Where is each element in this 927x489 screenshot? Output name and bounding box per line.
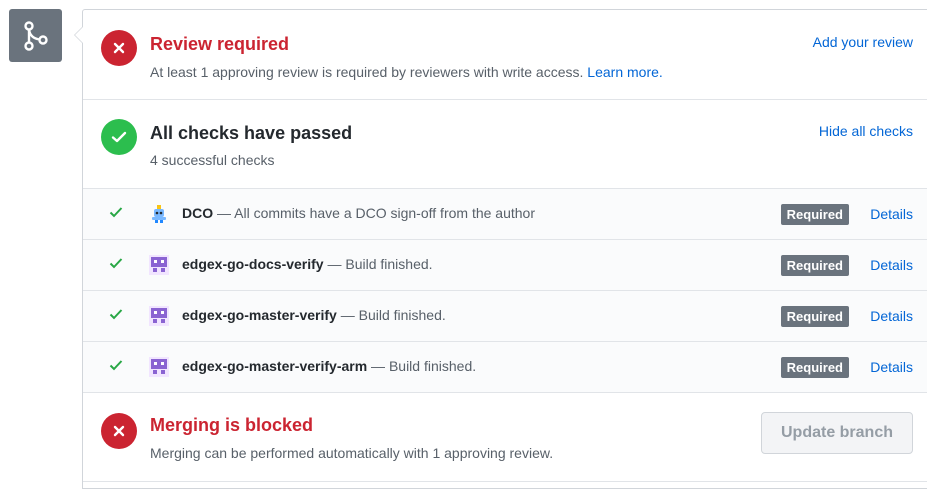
x-circle-icon (101, 413, 137, 449)
checks-section: All checks have passed 4 successful chec… (83, 100, 927, 188)
review-description: At least 1 approving review is required … (150, 64, 663, 80)
details-link[interactable]: Details (870, 206, 913, 222)
merge-title: Merging is blocked (150, 415, 314, 435)
required-badge: Required (780, 357, 849, 378)
check-icon (109, 360, 123, 371)
check-description: — Build finished. (336, 307, 446, 323)
check-description: — Build finished. (323, 256, 433, 272)
details-link[interactable]: Details (870, 359, 913, 375)
learn-more-link[interactable]: Learn more. (587, 64, 662, 80)
check-name: edgex-go-master-verify (182, 307, 337, 323)
merge-status-panel: Review required At least 1 approving rev… (82, 9, 927, 489)
timeline-caret-inner (75, 27, 83, 43)
pixel-avatar-icon (149, 357, 169, 377)
required-badge: Required (780, 306, 849, 327)
check-description: — Build finished. (367, 358, 477, 374)
pixel-avatar-icon (149, 255, 169, 275)
merge-blocked-section: Merging is blocked Merging can be perfor… (83, 393, 927, 481)
check-row-text: edgex-go-master-verify-arm — Build finis… (182, 358, 476, 374)
check-circle-icon (101, 119, 137, 155)
check-icon (109, 207, 123, 218)
check-row: edgex-go-master-verify-arm — Build finis… (83, 341, 927, 393)
check-name: DCO (182, 205, 214, 221)
merge-description: Merging can be performed automatically w… (150, 445, 554, 461)
robot-icon (152, 205, 166, 223)
required-badge: Required (780, 204, 849, 225)
check-row: edgex-go-docs-verify — Build finished. R… (83, 239, 927, 290)
git-merge-icon (9, 9, 62, 62)
details-link[interactable]: Details (870, 257, 913, 273)
check-description: — All commits have a DCO sign-off from t… (213, 205, 535, 221)
check-row: edgex-go-master-verify — Build finished.… (83, 290, 927, 341)
check-row-text: DCO — All commits have a DCO sign-off fr… (182, 205, 535, 221)
x-circle-icon (101, 30, 137, 66)
review-description-text: At least 1 approving review is required … (150, 64, 584, 80)
checks-subtitle: 4 successful checks (150, 152, 275, 168)
check-row: DCO — All commits have a DCO sign-off fr… (83, 188, 927, 239)
section-divider (83, 481, 927, 482)
check-row-text: edgex-go-master-verify — Build finished. (182, 307, 446, 323)
add-your-review-link[interactable]: Add your review (813, 34, 913, 50)
check-name: edgex-go-docs-verify (182, 256, 324, 272)
review-title: Review required (150, 34, 290, 54)
check-row-text: edgex-go-docs-verify — Build finished. (182, 256, 433, 272)
pixel-avatar-icon (149, 306, 169, 326)
check-name: edgex-go-master-verify-arm (182, 358, 368, 374)
check-icon (109, 258, 123, 269)
details-link[interactable]: Details (870, 308, 913, 324)
checks-title: All checks have passed (150, 123, 353, 143)
review-required-section: Review required At least 1 approving rev… (83, 10, 927, 99)
update-branch-button[interactable]: Update branch (761, 412, 913, 454)
check-icon (109, 309, 123, 320)
hide-all-checks-link[interactable]: Hide all checks (819, 123, 913, 139)
required-badge: Required (780, 255, 849, 276)
